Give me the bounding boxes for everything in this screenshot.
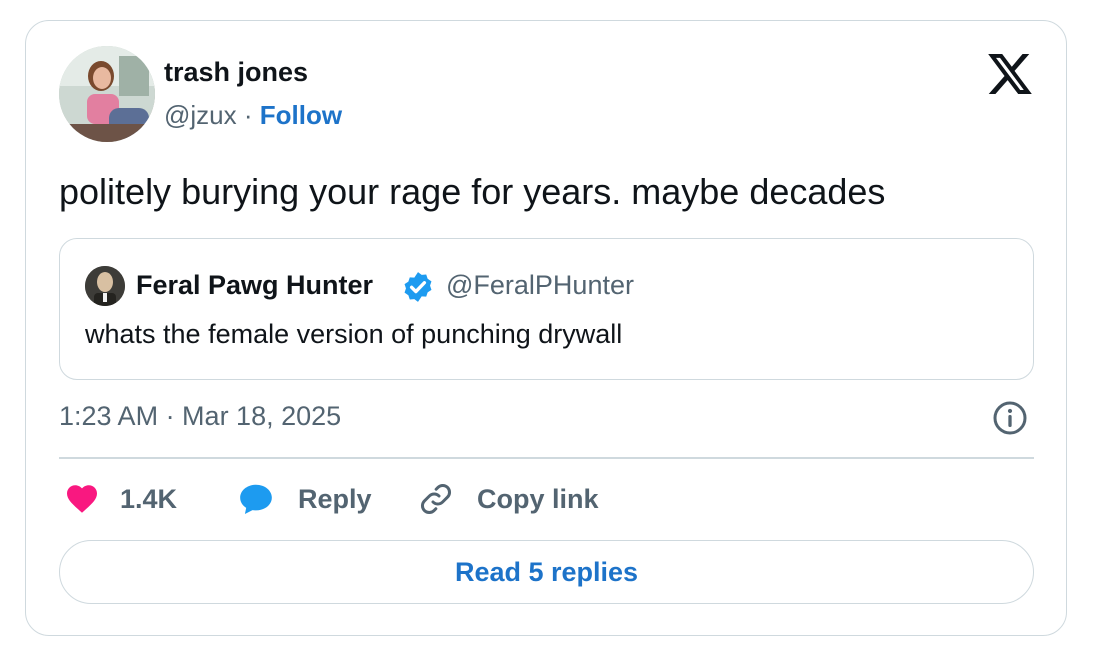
copy-link-button[interactable]: Copy link	[418, 478, 599, 520]
tweet-timestamp[interactable]: 1:23 AM · Mar 18, 2025	[59, 401, 341, 432]
divider	[59, 457, 1034, 459]
read-replies-label: Read 5 replies	[454, 556, 639, 587]
heart-icon	[67, 485, 97, 513]
quoted-tweet[interactable]: Feral Pawg Hunter @FeralPHunter whats th…	[59, 238, 1034, 380]
reply-button[interactable]: Reply	[237, 478, 372, 520]
x-logo-icon[interactable]	[988, 54, 1032, 94]
quoted-author-name: Feral Pawg Hunter	[136, 270, 374, 300]
quoted-author-avatar	[85, 266, 125, 306]
author-avatar[interactable]	[59, 46, 155, 142]
info-icon[interactable]	[992, 400, 1028, 436]
like-count: 1.4K	[120, 483, 178, 514]
follow-link[interactable]: Follow	[260, 100, 342, 130]
handle-separator: ·	[236, 100, 260, 130]
link-icon	[421, 484, 451, 514]
author-name[interactable]: trash jones	[164, 57, 308, 88]
author-handle-line: @jzux · Follow	[164, 100, 342, 131]
author-handle[interactable]: @jzux	[164, 100, 237, 130]
like-button[interactable]: 1.4K	[64, 478, 177, 520]
reply-label: Reply	[298, 483, 372, 514]
copy-link-label: Copy link	[477, 483, 599, 514]
reply-bubble-icon	[240, 484, 272, 515]
quoted-author-handle: @FeralPHunter	[446, 270, 634, 300]
tweet-text: politely burying your rage for years. ma…	[59, 171, 886, 212]
embedded-tweet-card: trash jones @jzux · Follow politely bury…	[25, 20, 1067, 636]
verified-badge-icon	[404, 272, 432, 302]
quoted-tweet-text: whats the female version of punching dry…	[85, 319, 623, 349]
read-replies-button[interactable]: Read 5 replies	[59, 540, 1034, 604]
